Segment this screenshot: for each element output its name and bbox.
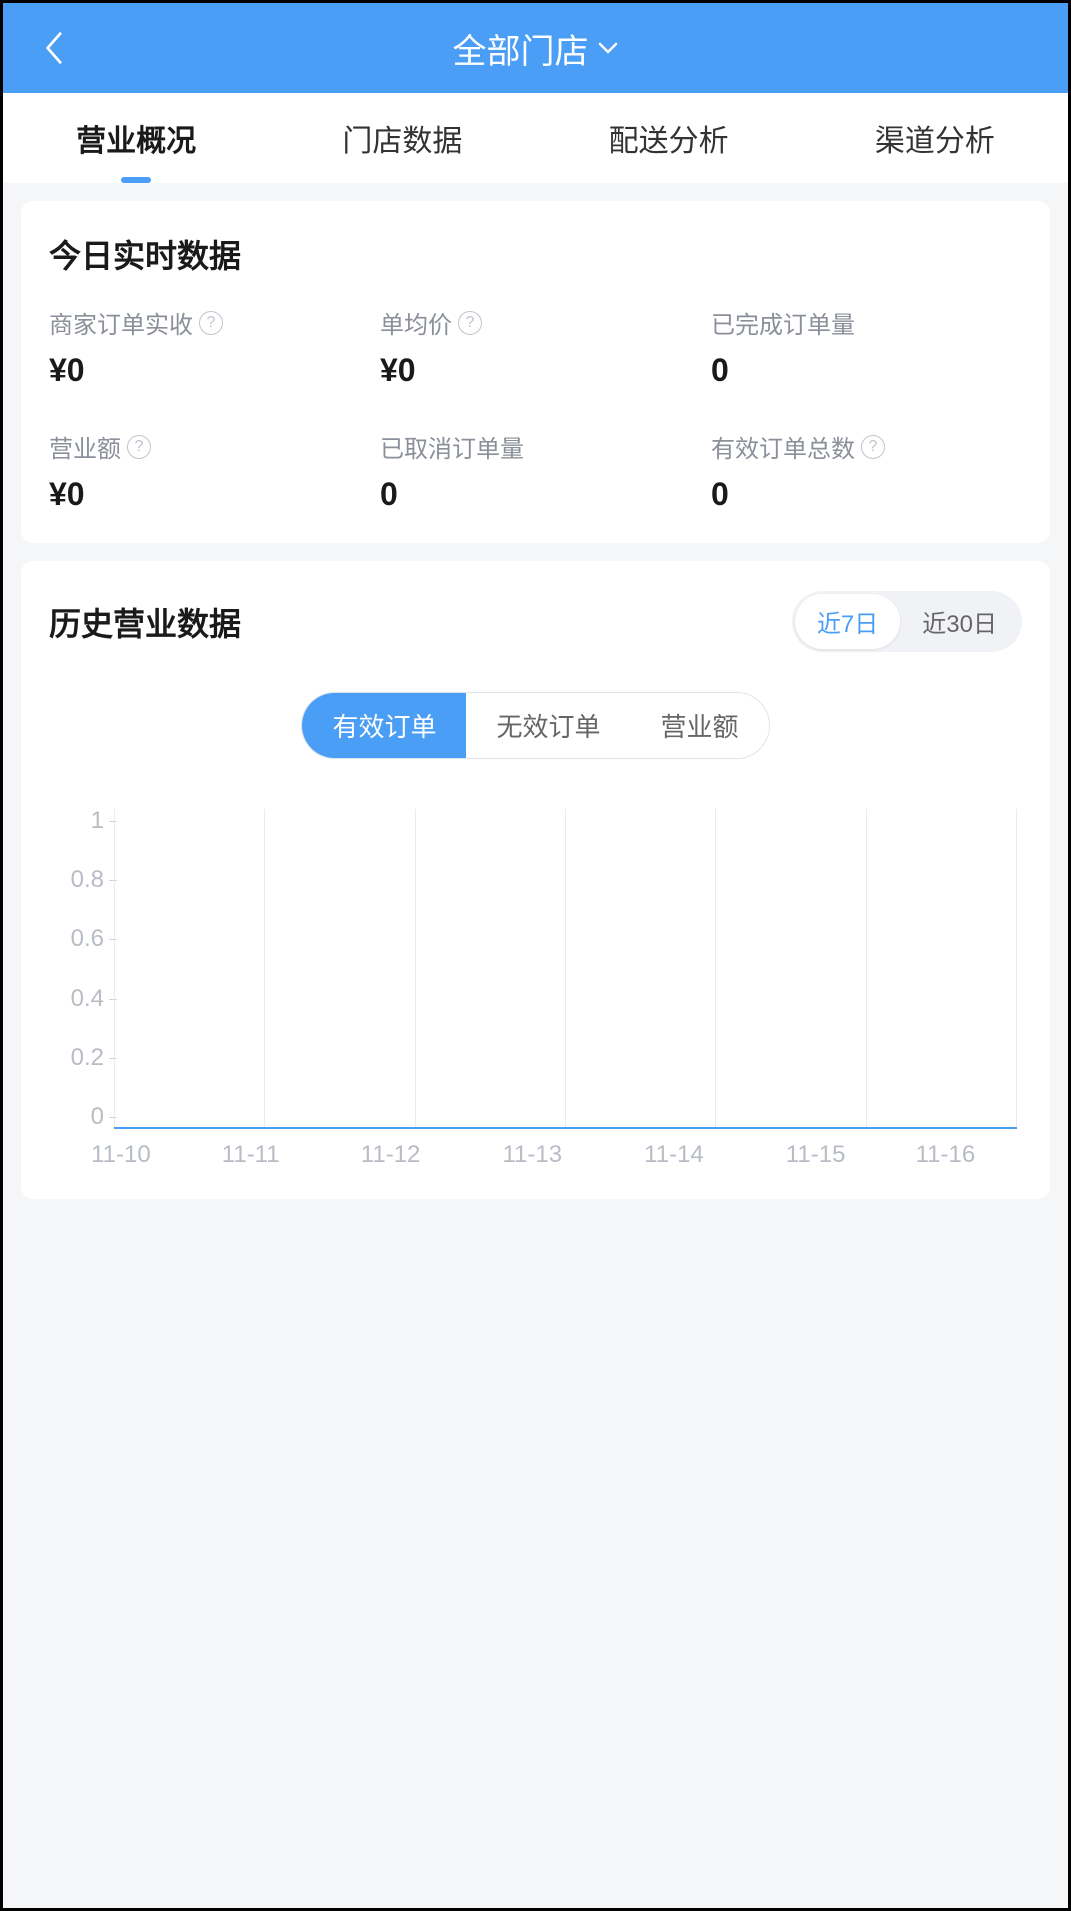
x-tick: 11-10 xyxy=(91,1141,151,1169)
y-axis: 1 0.8 0.6 0.4 0.2 0 xyxy=(49,809,104,1129)
x-tick: 11-12 xyxy=(361,1141,421,1169)
metric-label: 已取消订单量 xyxy=(380,429,691,464)
tab-overview[interactable]: 营业概况 xyxy=(3,93,269,183)
series-invalid-orders[interactable]: 无效订单 xyxy=(466,693,630,758)
tab-label: 渠道分析 xyxy=(875,116,995,160)
back-button[interactable] xyxy=(33,28,73,68)
help-icon[interactable]: ? xyxy=(458,311,482,335)
metric-label-text: 有效订单总数 xyxy=(711,429,855,464)
main-tabs: 营业概况 门店数据 配送分析 渠道分析 xyxy=(3,93,1068,183)
chevron-left-icon xyxy=(42,30,64,66)
x-tick: 11-11 xyxy=(222,1141,280,1169)
metric-turnover: 营业额 ? ¥0 xyxy=(49,429,360,513)
x-tick: 11-14 xyxy=(644,1141,704,1169)
metric-label: 有效订单总数 ? xyxy=(711,429,1022,464)
gridlines xyxy=(114,809,1017,1127)
tab-label: 门店数据 xyxy=(342,116,462,160)
metric-value: ¥0 xyxy=(49,476,360,513)
plot-area xyxy=(114,809,1017,1129)
metric-cancelled-orders: 已取消订单量 0 xyxy=(380,429,691,513)
gridline xyxy=(114,809,115,1127)
help-icon[interactable]: ? xyxy=(127,435,151,459)
tab-delivery[interactable]: 配送分析 xyxy=(536,93,802,183)
series-label: 有效订单 xyxy=(332,712,436,742)
series-pill: 有效订单 无效订单 营业额 xyxy=(301,692,769,759)
tab-label: 营业概况 xyxy=(76,116,196,160)
history-header: 历史营业数据 近7日 近30日 xyxy=(49,591,1022,652)
metric-label: 已完成订单量 xyxy=(711,305,1022,340)
series-label: 营业额 xyxy=(661,712,739,742)
metric-label-text: 已完成订单量 xyxy=(711,305,855,340)
gridline xyxy=(565,809,566,1127)
chart: 1 0.8 0.6 0.4 0.2 0 11-10 xyxy=(49,809,1022,1169)
tab-store-data[interactable]: 门店数据 xyxy=(269,93,535,183)
x-axis: 11-10 11-11 11-12 11-13 11-14 11-15 11-1… xyxy=(109,1141,1017,1169)
metric-value: 0 xyxy=(380,476,691,513)
gridline xyxy=(715,809,716,1127)
help-icon[interactable]: ? xyxy=(861,435,885,459)
tab-channel[interactable]: 渠道分析 xyxy=(802,93,1068,183)
history-title: 历史营业数据 xyxy=(49,599,241,645)
x-tick: 11-16 xyxy=(916,1141,976,1169)
help-icon[interactable]: ? xyxy=(199,311,223,335)
y-tick: 0 xyxy=(49,1105,104,1129)
y-tick: 0.6 xyxy=(49,927,104,951)
metric-label-text: 已取消订单量 xyxy=(380,429,524,464)
header-title-text: 全部门店 xyxy=(453,24,589,73)
realtime-card: 今日实时数据 商家订单实收 ? ¥0 单均价 ? ¥0 已完成订单量 xyxy=(21,201,1050,543)
x-tick: 11-15 xyxy=(786,1141,846,1169)
gridline xyxy=(415,809,416,1127)
metric-label: 营业额 ? xyxy=(49,429,360,464)
metric-value: ¥0 xyxy=(49,352,360,389)
metric-avg-price: 单均价 ? ¥0 xyxy=(380,305,691,389)
metric-value: 0 xyxy=(711,352,1022,389)
content-area: 今日实时数据 商家订单实收 ? ¥0 单均价 ? ¥0 已完成订单量 xyxy=(3,183,1068,1235)
metric-label: 单均价 ? xyxy=(380,305,691,340)
y-tick: 0.8 xyxy=(49,868,104,892)
tab-label: 配送分析 xyxy=(609,116,729,160)
metric-label: 商家订单实收 ? xyxy=(49,305,360,340)
series-label: 无效订单 xyxy=(496,712,600,742)
metric-label-text: 营业额 xyxy=(49,429,121,464)
range-7days[interactable]: 近7日 xyxy=(795,594,900,649)
metric-completed-orders: 已完成订单量 0 xyxy=(711,305,1022,389)
range-label: 近30日 xyxy=(922,611,997,638)
y-tick: 0.4 xyxy=(49,987,104,1011)
metric-value: 0 xyxy=(711,476,1022,513)
series-valid-orders[interactable]: 有效订单 xyxy=(302,693,466,758)
gridline xyxy=(866,809,867,1127)
app-header: 全部门店 xyxy=(3,3,1068,93)
metrics-grid: 商家订单实收 ? ¥0 单均价 ? ¥0 已完成订单量 0 xyxy=(49,305,1022,513)
metric-label-text: 单均价 xyxy=(380,305,452,340)
gridline xyxy=(264,809,265,1127)
metric-merchant-income: 商家订单实收 ? ¥0 xyxy=(49,305,360,389)
series-toggle: 有效订单 无效订单 营业额 xyxy=(49,692,1022,759)
metric-label-text: 商家订单实收 xyxy=(49,305,193,340)
history-card: 历史营业数据 近7日 近30日 有效订单 无效订单 营业额 1 0.8 0.6 … xyxy=(21,561,1050,1199)
metric-value: ¥0 xyxy=(380,352,691,389)
y-tick: 0.2 xyxy=(49,1046,104,1070)
chevron-down-icon xyxy=(597,41,619,55)
range-toggle: 近7日 近30日 xyxy=(792,591,1022,652)
store-selector[interactable]: 全部门店 xyxy=(3,24,1068,73)
gridline xyxy=(1016,809,1017,1127)
metric-valid-orders: 有效订单总数 ? 0 xyxy=(711,429,1022,513)
range-label: 近7日 xyxy=(817,611,878,638)
realtime-title: 今日实时数据 xyxy=(49,231,1022,277)
series-turnover[interactable]: 营业额 xyxy=(631,693,769,758)
range-30days[interactable]: 近30日 xyxy=(900,594,1019,649)
y-tick: 1 xyxy=(49,809,104,833)
x-tick: 11-13 xyxy=(502,1141,562,1169)
